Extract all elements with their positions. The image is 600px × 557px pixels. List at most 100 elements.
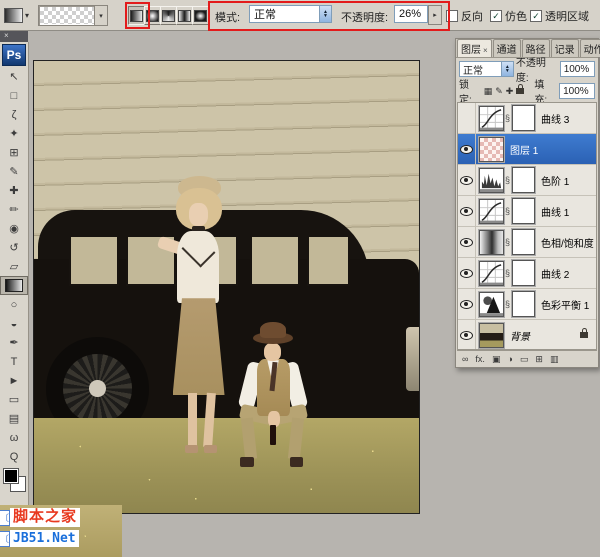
brush-tool[interactable]: ✏ bbox=[0, 200, 28, 219]
layer-thumbnail-hue-sat[interactable] bbox=[478, 228, 505, 256]
layer-row[interactable]: § 色阶 1 bbox=[458, 165, 596, 196]
spinner-icon[interactable]: ▲ ▼ bbox=[319, 6, 331, 22]
linear-gradient-button[interactable] bbox=[128, 6, 145, 25]
tab-layers[interactable]: 图层 × bbox=[457, 39, 492, 57]
healing-brush-tool[interactable]: ✚ bbox=[0, 181, 28, 200]
dither-checkbox[interactable]: ✓ 仿色 bbox=[490, 8, 527, 24]
transparency-checkbox[interactable]: ✓ 透明区域 bbox=[530, 8, 589, 24]
visibility-toggle[interactable] bbox=[458, 196, 476, 226]
layer-mask-thumbnail[interactable] bbox=[511, 259, 537, 287]
move-tool[interactable]: ↖ bbox=[0, 67, 28, 86]
lock-position-icon[interactable]: ✚ bbox=[506, 86, 514, 97]
lasso-tool[interactable]: ζ bbox=[0, 105, 28, 124]
layer-thumbnail-levels[interactable] bbox=[478, 166, 505, 194]
visibility-toggle[interactable] bbox=[458, 227, 476, 257]
dither-checkbox-label: 仿色 bbox=[505, 11, 527, 23]
reverse-checkbox-box[interactable] bbox=[446, 10, 458, 22]
adjustment-layer-icon[interactable]: ◑ bbox=[507, 352, 512, 366]
shape-tool[interactable]: ▭ bbox=[0, 390, 28, 409]
gradient-picker-arrow-icon[interactable]: ▾ bbox=[94, 6, 107, 25]
layer-thumbnail-curves[interactable] bbox=[478, 259, 505, 287]
layer-row[interactable]: § 曲线 3 bbox=[458, 103, 596, 134]
layer-thumbnail-photo[interactable] bbox=[478, 321, 505, 349]
gradient-tool[interactable] bbox=[0, 276, 28, 295]
visibility-toggle[interactable] bbox=[458, 165, 476, 195]
path-selection-tool[interactable]: ► bbox=[0, 371, 28, 390]
opacity-slider-arrow-icon[interactable]: ▸ bbox=[428, 5, 442, 25]
dither-checkbox-box[interactable]: ✓ bbox=[490, 10, 502, 22]
eyedropper-tool[interactable]: ✎ bbox=[0, 162, 28, 181]
layer-mask-thumbnail[interactable] bbox=[511, 290, 537, 318]
diamond-gradient-icon bbox=[194, 9, 207, 22]
quick-selection-tool[interactable]: ✦ bbox=[0, 124, 28, 143]
eraser-tool[interactable]: ▱ bbox=[0, 257, 28, 276]
clone-stamp-tool[interactable]: ◉ bbox=[0, 219, 28, 238]
opacity-input[interactable]: 26% bbox=[394, 5, 428, 23]
layer-row[interactable]: 背景 bbox=[458, 320, 596, 349]
layer-blend-mode-select[interactable]: 正常 ▲ ▼ bbox=[459, 61, 514, 77]
visibility-toggle[interactable] bbox=[458, 258, 476, 288]
dodge-tool[interactable]: ◒ bbox=[0, 314, 28, 333]
foreground-color-swatch[interactable] bbox=[3, 468, 19, 484]
history-brush-tool[interactable]: ↺ bbox=[0, 238, 28, 257]
layer-row[interactable]: 图层 1 bbox=[458, 134, 596, 165]
reverse-checkbox-label: 反向 bbox=[461, 11, 483, 23]
watermark-badge-icon: 〔 bbox=[0, 509, 10, 526]
type-tool[interactable]: T bbox=[0, 352, 28, 371]
gradient-tool-preset[interactable]: ▾ bbox=[4, 6, 34, 24]
radial-gradient-button[interactable] bbox=[144, 6, 161, 25]
layer-mask-thumbnail[interactable] bbox=[511, 166, 537, 194]
notes-tool[interactable]: ▤ bbox=[0, 409, 28, 428]
layer-row[interactable]: § 色相/饱和度 1 bbox=[458, 227, 596, 258]
layer-thumbnail-curves[interactable] bbox=[478, 104, 505, 132]
layer-thumbnail-pixel-transparent[interactable] bbox=[478, 135, 505, 163]
diamond-gradient-button[interactable] bbox=[192, 6, 209, 25]
visibility-toggle[interactable] bbox=[458, 289, 476, 319]
zoom-tool[interactable]: Q bbox=[0, 447, 28, 466]
layer-thumbnail-color-balance[interactable] bbox=[478, 290, 505, 318]
toolbox: Ps ↖ □ ζ ✦ ⊞ ✎ ✚ ✏ ◉ ↺ ▱ ○ ◒ ✒ T ► ▭ ▤ ω Q bbox=[0, 42, 29, 510]
pen-tool[interactable]: ✒ bbox=[0, 333, 28, 352]
lock-pixels-icon[interactable]: ✎ bbox=[495, 86, 503, 97]
layer-thumbnail-curves[interactable] bbox=[478, 197, 505, 225]
layer-name: 色彩平衡 1 bbox=[541, 300, 590, 312]
crop-tool[interactable]: ⊞ bbox=[0, 143, 28, 162]
spinner-icon[interactable]: ▲ ▼ bbox=[500, 62, 513, 76]
visibility-toggle[interactable] bbox=[458, 103, 476, 133]
marquee-tool[interactable]: □ bbox=[0, 86, 28, 105]
lock-transparent-icon[interactable]: ▦ bbox=[484, 86, 493, 97]
angle-gradient-button[interactable] bbox=[160, 6, 177, 25]
new-group-icon[interactable]: ▭ bbox=[520, 352, 529, 366]
delete-layer-icon[interactable]: ▥ bbox=[550, 352, 559, 366]
link-mask-icon: § bbox=[505, 299, 511, 309]
close-icon[interactable]: × bbox=[4, 31, 9, 40]
new-layer-icon[interactable]: ⊞ bbox=[535, 352, 543, 366]
tab-actions[interactable]: 动作 bbox=[579, 39, 600, 57]
layer-mask-thumbnail[interactable] bbox=[511, 197, 537, 225]
layer-row[interactable]: § 曲线 2 bbox=[458, 258, 596, 289]
hand-tool[interactable]: ω bbox=[0, 428, 28, 447]
layer-mask-thumbnail[interactable] bbox=[511, 228, 537, 256]
transparency-checkbox-box[interactable]: ✓ bbox=[530, 10, 542, 22]
watermark-site-url: JB51.Net bbox=[10, 530, 79, 547]
lock-all-icon[interactable] bbox=[516, 84, 525, 94]
blend-mode-select[interactable]: 正常 ▲ ▼ bbox=[249, 5, 332, 23]
close-icon[interactable]: × bbox=[483, 46, 488, 55]
layer-mask-thumbnail[interactable] bbox=[511, 104, 537, 132]
reverse-checkbox[interactable]: 反向 bbox=[446, 8, 483, 24]
visibility-toggle[interactable] bbox=[458, 320, 476, 349]
blur-tool[interactable]: ○ bbox=[0, 295, 28, 314]
gradient-picker[interactable]: ▾ bbox=[38, 5, 108, 26]
add-layer-mask-icon[interactable]: ▣ bbox=[492, 352, 501, 366]
fill-input[interactable]: 100% bbox=[559, 83, 596, 99]
eye-icon bbox=[460, 175, 473, 185]
layer-opacity-value: 100% bbox=[563, 63, 590, 75]
layer-row[interactable]: § 曲线 1 bbox=[458, 196, 596, 227]
layer-row[interactable]: § 色彩平衡 1 bbox=[458, 289, 596, 320]
layer-style-icon[interactable]: fx. bbox=[475, 352, 485, 366]
canvas-document[interactable] bbox=[33, 60, 420, 514]
reflected-gradient-button[interactable] bbox=[176, 6, 193, 25]
layer-opacity-input[interactable]: 100% bbox=[559, 61, 595, 77]
link-layers-icon[interactable]: ∞ bbox=[462, 352, 468, 366]
visibility-toggle[interactable] bbox=[458, 134, 476, 164]
